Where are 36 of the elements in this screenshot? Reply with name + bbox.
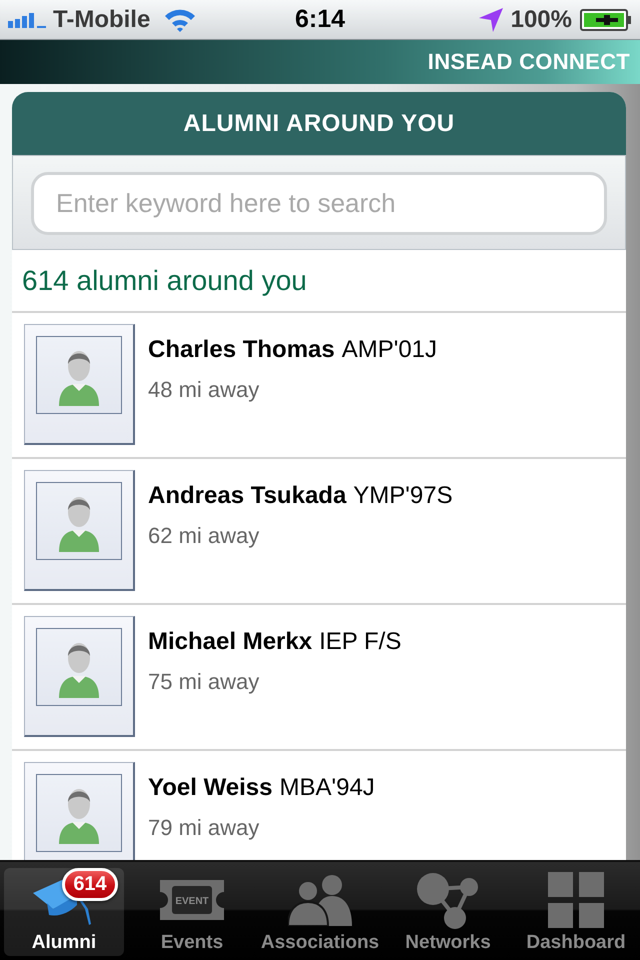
tab-bar-item[interactable]: Associations <box>260 868 380 956</box>
program-code: IEP F/S <box>319 628 402 656</box>
alumni-row[interactable]: Michael Merkx IEP F/S 75 mi away <box>12 605 626 751</box>
alumnus-name: Michael Merkx <box>148 628 312 656</box>
program-code: YMP'97S <box>353 482 453 510</box>
grid-squares-icon <box>548 872 604 928</box>
distance-text: 75 mi away <box>148 669 260 695</box>
program-code: AMP'01J <box>342 336 438 364</box>
location-arrow-icon <box>478 8 503 32</box>
alumnus-name: Andreas Tsukada <box>148 482 346 510</box>
battery-charging-icon <box>580 8 632 30</box>
app-title: INSEAD CONNECT <box>428 49 630 75</box>
tab-bar-item[interactable]: EVENT Events <box>132 868 252 956</box>
ticket-icon: EVENT <box>160 880 224 920</box>
carrier-name: T-Mobile <box>53 6 150 34</box>
alumni-row[interactable]: Charles Thomas AMP'01J 48 mi away <box>12 313 626 459</box>
distance-text: 48 mi away <box>148 377 260 403</box>
battery-percent: 100% <box>510 6 572 34</box>
count-badge: 614 <box>62 868 118 901</box>
clock-time: 6:14 <box>294 5 346 34</box>
distance-text: 79 mi away <box>148 815 260 841</box>
program-code: MBA'94J <box>280 774 375 802</box>
alumnus-name: Charles Thomas <box>148 336 335 364</box>
network-nodes-icon <box>417 871 479 929</box>
alumni-row[interactable]: Andreas Tsukada YMP'97S 62 mi away <box>12 459 626 605</box>
alumni-count: 614 alumni around you <box>22 264 307 296</box>
tab-bar-item[interactable]: Networks <box>388 868 508 956</box>
people-group-icon <box>288 874 352 926</box>
tab-bar-item[interactable]: Alumni 614 <box>4 868 124 956</box>
alumnus-name: Yoel Weiss <box>148 774 272 802</box>
tab-bar-item[interactable]: Dashboard <box>516 868 636 956</box>
panel-title: ALUMNI AROUND YOU <box>183 110 455 138</box>
signal-bars-icon <box>8 12 46 28</box>
distance-text: 62 mi away <box>148 523 260 549</box>
search-field[interactable]: Enter keyword here to search <box>31 172 607 235</box>
wifi-icon <box>164 8 196 32</box>
